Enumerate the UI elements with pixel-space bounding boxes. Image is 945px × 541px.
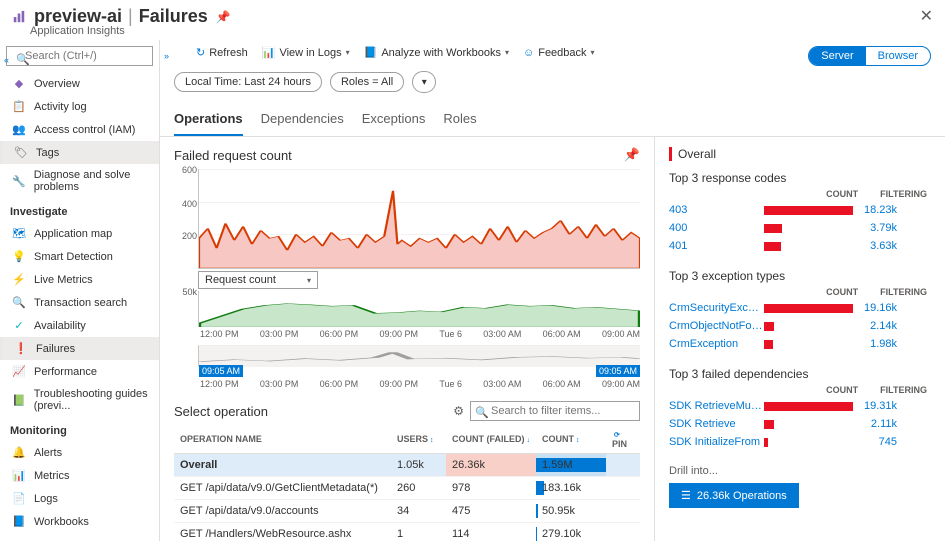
- metric-row[interactable]: 4013.63k: [669, 237, 931, 255]
- tab-operations[interactable]: Operations: [174, 103, 243, 136]
- top-response-codes-card: Top 3 response codes COUNTFILTERING 4031…: [669, 171, 931, 255]
- roles-filter-pill[interactable]: Roles = All: [330, 72, 404, 92]
- pin-chart-button[interactable]: 📌: [624, 147, 640, 163]
- nav-live[interactable]: ⚡Live Metrics: [0, 268, 159, 291]
- chart-title: Failed request count: [174, 148, 292, 163]
- trouble-icon: 📗: [12, 394, 26, 407]
- tag-icon: 🏷: [14, 146, 28, 159]
- refresh-button[interactable]: ↻Refresh: [196, 46, 248, 59]
- tab-dependencies[interactable]: Dependencies: [261, 103, 344, 136]
- nav-diagnose[interactable]: 🔧Diagnose and solve problems: [0, 164, 159, 198]
- nav-smart[interactable]: 💡Smart Detection: [0, 245, 159, 268]
- tab-exceptions[interactable]: Exceptions: [362, 103, 426, 136]
- nav-workbooks[interactable]: 📘Workbooks: [0, 510, 159, 533]
- nav-metrics[interactable]: 📊Metrics: [0, 464, 159, 487]
- nav-access[interactable]: 👥Access control (IAM): [0, 118, 159, 141]
- log-icon: 📋: [12, 100, 26, 113]
- metric-row[interactable]: CrmObjectNotFou...2.14k: [669, 317, 931, 335]
- metric-row[interactable]: SDK InitializeFrom745: [669, 433, 931, 451]
- drill-label: Drill into...: [669, 465, 931, 477]
- brush-end[interactable]: 09:05 AM: [596, 365, 640, 377]
- request-chart-svg: [199, 291, 640, 327]
- nav-log[interactable]: 📋Activity log: [0, 95, 159, 118]
- metric-row[interactable]: 4003.79k: [669, 219, 931, 237]
- nav-trouble[interactable]: 📗Troubleshooting guides (previ...: [0, 383, 159, 417]
- metrics-icon: 📊: [12, 469, 26, 482]
- diagnose-icon: 🔧: [12, 175, 26, 188]
- metric-dropdown[interactable]: Request count▾: [198, 271, 318, 289]
- operations-table: OPERATION NAME USERS↕ COUNT (FAILED)↓ CO…: [174, 425, 640, 541]
- pin-button[interactable]: 📌: [216, 10, 231, 24]
- nav-avail[interactable]: ✓Availability: [0, 314, 159, 337]
- expand-sidebar[interactable]: »: [164, 51, 169, 61]
- nav-search[interactable]: 🔍Transaction search: [0, 291, 159, 314]
- sidebar-search[interactable]: [6, 46, 153, 66]
- metric-row[interactable]: CrmSecurityExcept...19.16k: [669, 299, 931, 317]
- nav-overview[interactable]: ◆Overview: [0, 72, 159, 95]
- workbooks-icon: 📘: [12, 515, 26, 528]
- failed-chart-svg: [199, 169, 640, 268]
- overview-icon: ◆: [12, 77, 26, 90]
- nav-logs[interactable]: 📄Logs: [0, 487, 159, 510]
- col-pin[interactable]: ⟳ PIN: [606, 425, 640, 454]
- nav-map[interactable]: 🗺Application map: [0, 222, 159, 245]
- live-icon: ⚡: [12, 273, 26, 286]
- failed-request-chart[interactable]: 600 400 200: [198, 169, 640, 269]
- tab-roles[interactable]: Roles: [443, 103, 476, 136]
- col-count[interactable]: COUNT↕: [536, 425, 606, 454]
- request-count-chart[interactable]: 50k: [198, 291, 640, 327]
- server-browser-toggle[interactable]: ServerBrowser: [808, 46, 931, 66]
- op-row[interactable]: Overall1.05k26.36k1.59M: [174, 454, 640, 477]
- metric-row[interactable]: SDK Retrieve2.11k: [669, 415, 931, 433]
- col-name[interactable]: OPERATION NAME: [174, 425, 391, 454]
- smart-icon: 💡: [12, 250, 26, 263]
- list-icon: ☰: [681, 489, 691, 502]
- op-settings-icon[interactable]: ⚙: [453, 404, 464, 418]
- drill-operations-button[interactable]: ☰ 26.36k Operations: [669, 483, 799, 508]
- nav-alerts[interactable]: 🔔Alerts: [0, 441, 159, 464]
- nav-perf[interactable]: 📈Performance: [0, 360, 159, 383]
- view-logs-button[interactable]: 📊View in Logs▾: [262, 46, 350, 59]
- nav-tag[interactable]: 🏷Tags: [0, 141, 159, 164]
- metric-row[interactable]: CrmException1.98k: [669, 335, 931, 353]
- nav-fail[interactable]: ❗Failures: [0, 337, 159, 360]
- brush-start[interactable]: 09:05 AM: [199, 365, 243, 377]
- group-monitoring: Monitoring: [0, 417, 159, 441]
- top-exception-types-card: Top 3 exception types COUNTFILTERING Crm…: [669, 269, 931, 353]
- map-icon: 🗺: [12, 227, 26, 240]
- operation-filter-input[interactable]: [470, 401, 640, 421]
- logs-icon: 📄: [12, 492, 26, 505]
- perf-icon: 📈: [12, 365, 26, 378]
- select-operation-title: Select operation: [174, 404, 268, 419]
- group-usage: Usage: [0, 533, 159, 541]
- access-icon: 👥: [12, 123, 26, 136]
- add-filter-button[interactable]: ▾: [412, 71, 436, 93]
- close-button[interactable]: ✕: [920, 6, 933, 26]
- fail-icon: ❗: [14, 342, 28, 355]
- time-filter-pill[interactable]: Local Time: Last 24 hours: [174, 72, 322, 92]
- alerts-icon: 🔔: [12, 446, 26, 459]
- collapse-sidebar[interactable]: «: [4, 55, 9, 65]
- group-investigate: Investigate: [0, 198, 159, 222]
- col-failed[interactable]: COUNT (FAILED)↓: [446, 425, 536, 454]
- overall-header: Overall: [669, 147, 931, 161]
- metric-row[interactable]: SDK RetrieveMulti...19.31k: [669, 397, 931, 415]
- time-brush[interactable]: 09:05 AM 09:05 AM: [198, 345, 640, 367]
- app-name: preview-ai: [34, 6, 122, 27]
- avail-icon: ✓: [12, 319, 26, 332]
- analyze-workbooks-button[interactable]: 📘Analyze with Workbooks▾: [364, 46, 509, 59]
- page-title: Failures: [139, 6, 208, 27]
- feedback-button[interactable]: ☺Feedback▾: [523, 47, 595, 59]
- search-icon: 🔍: [12, 296, 26, 309]
- metric-row[interactable]: 40318.23k: [669, 201, 931, 219]
- op-row[interactable]: GET /Handlers/WebResource.ashx1114279.10…: [174, 523, 640, 541]
- op-row[interactable]: GET /api/data/v9.0/GetClientMetadata(*)2…: [174, 477, 640, 500]
- col-users[interactable]: USERS↕: [391, 425, 446, 454]
- op-row[interactable]: GET /api/data/v9.0/accounts3447550.95k: [174, 500, 640, 523]
- sidebar: 🔍 « ◆Overview📋Activity log👥Access contro…: [0, 40, 160, 541]
- appinsights-icon: [12, 10, 26, 24]
- top-failed-dependencies-card: Top 3 failed dependencies COUNTFILTERING…: [669, 367, 931, 451]
